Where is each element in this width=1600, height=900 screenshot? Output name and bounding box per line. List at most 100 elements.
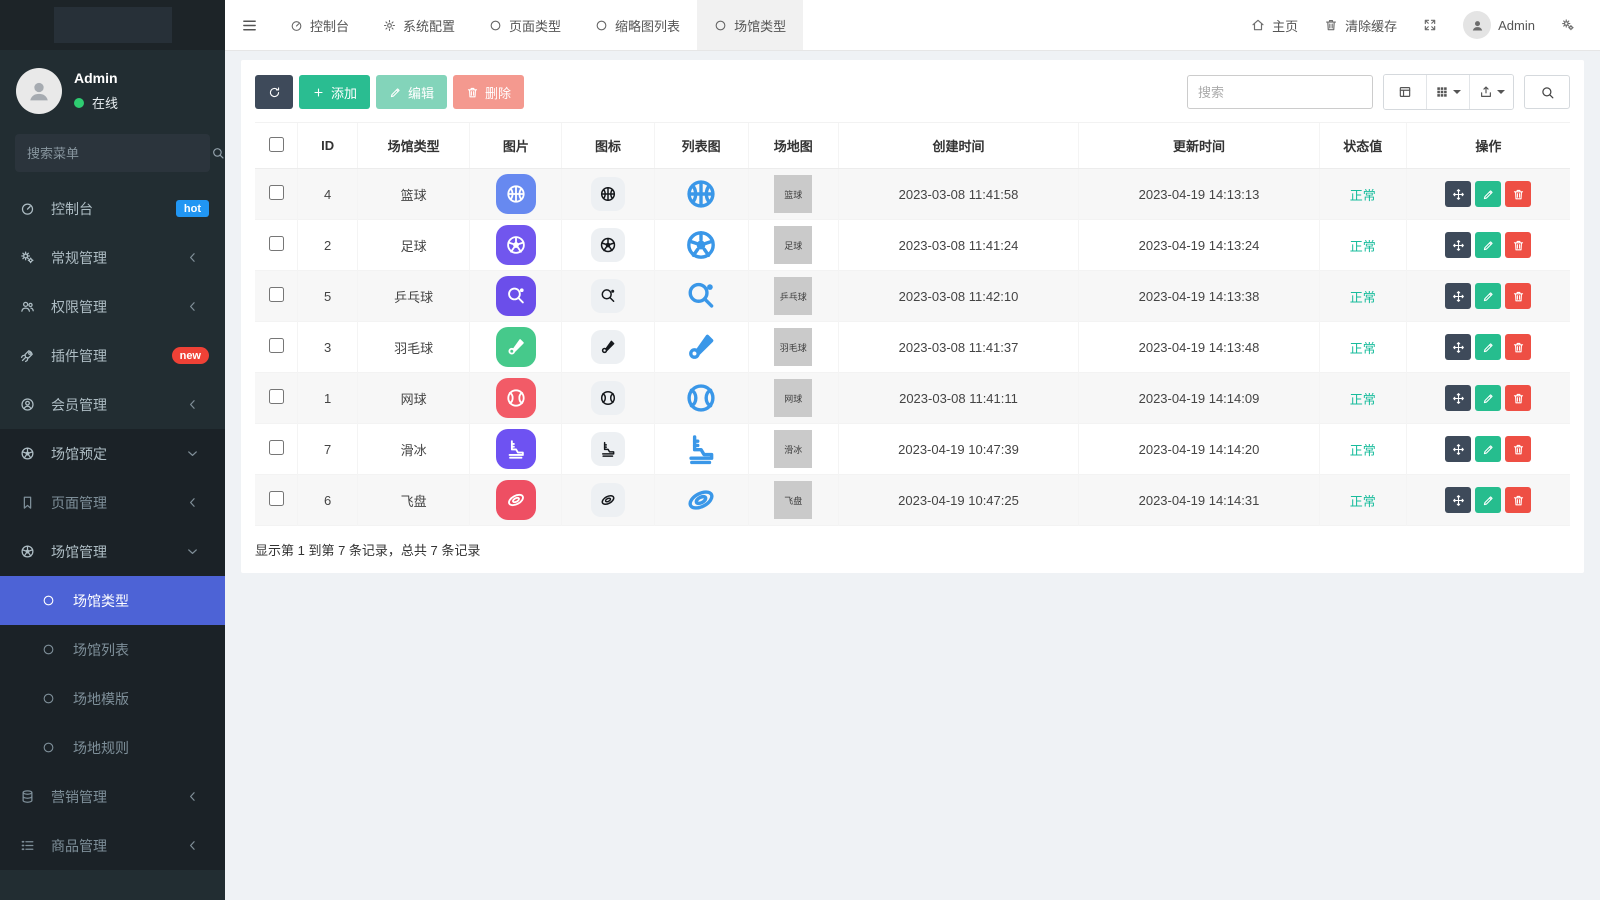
image-badge[interactable]: [496, 225, 536, 265]
row-delete-button[interactable]: [1505, 232, 1531, 258]
sidebar-item-general[interactable]: 常规管理: [0, 233, 225, 282]
sidebar-search-input[interactable]: [27, 146, 203, 161]
row-delete-button[interactable]: [1505, 283, 1531, 309]
field-map-thumb[interactable]: 足球: [774, 226, 812, 264]
row-edit-button[interactable]: [1475, 232, 1501, 258]
edit-button[interactable]: 编辑: [376, 75, 447, 109]
row-checkbox[interactable]: [269, 236, 284, 251]
sidebar-item-venue-type[interactable]: 场馆类型: [0, 576, 225, 625]
list-image[interactable]: [684, 330, 718, 364]
sidebar-item-member[interactable]: 会员管理: [0, 380, 225, 429]
tab-venue-type[interactable]: 场馆类型: [697, 0, 803, 50]
image-badge[interactable]: [496, 174, 536, 214]
sidebar-item-field-rule[interactable]: 场地规则: [0, 723, 225, 772]
row-move-button[interactable]: [1445, 487, 1471, 513]
row-checkbox[interactable]: [269, 287, 284, 302]
search-button[interactable]: [1524, 75, 1570, 109]
settings-button[interactable]: [1548, 0, 1588, 50]
row-checkbox[interactable]: [269, 491, 284, 506]
list-image[interactable]: [684, 177, 718, 211]
status-badge[interactable]: 正常: [1350, 341, 1376, 356]
field-map-thumb[interactable]: 滑冰: [774, 430, 812, 468]
status-badge[interactable]: 正常: [1350, 494, 1376, 509]
status-badge[interactable]: 正常: [1350, 188, 1376, 203]
row-checkbox[interactable]: [269, 338, 284, 353]
icon-badge[interactable]: [591, 279, 625, 313]
user-status-label: 在线: [92, 93, 118, 112]
icon-badge[interactable]: [591, 177, 625, 211]
image-badge[interactable]: [496, 378, 536, 418]
sidebar-item-venue-manage[interactable]: 场馆管理: [0, 527, 225, 576]
tab-page-type[interactable]: 页面类型: [472, 0, 578, 50]
row-delete-button[interactable]: [1505, 385, 1531, 411]
row-checkbox[interactable]: [269, 389, 284, 404]
row-move-button[interactable]: [1445, 385, 1471, 411]
row-edit-button[interactable]: [1475, 436, 1501, 462]
row-edit-button[interactable]: [1475, 181, 1501, 207]
row-delete-button[interactable]: [1505, 334, 1531, 360]
tab-system-config[interactable]: 系统配置: [366, 0, 472, 50]
row-delete-button[interactable]: [1505, 436, 1531, 462]
image-badge[interactable]: [496, 327, 536, 367]
home-link[interactable]: 主页: [1238, 0, 1311, 50]
row-move-button[interactable]: [1445, 334, 1471, 360]
list-image[interactable]: [684, 432, 718, 466]
icon-badge[interactable]: [591, 330, 625, 364]
fullscreen-button[interactable]: [1410, 0, 1450, 50]
export-button[interactable]: [1470, 75, 1513, 109]
list-image[interactable]: [684, 483, 718, 517]
field-map-thumb[interactable]: 网球: [774, 379, 812, 417]
sidebar-item-venue-list[interactable]: 场馆列表: [0, 625, 225, 674]
sidebar-item-addon[interactable]: 插件管理new: [0, 331, 225, 380]
user-menu[interactable]: Admin: [1450, 0, 1548, 50]
sidebar-item-marketing[interactable]: 营销管理: [0, 772, 225, 821]
image-badge[interactable]: [496, 276, 536, 316]
columns-button[interactable]: [1427, 75, 1470, 109]
row-move-button[interactable]: [1445, 181, 1471, 207]
status-badge[interactable]: 正常: [1350, 239, 1376, 254]
icon-badge[interactable]: [591, 228, 625, 262]
field-map-thumb[interactable]: 羽毛球: [774, 328, 812, 366]
field-map-thumb[interactable]: 乒乓球: [774, 277, 812, 315]
row-edit-button[interactable]: [1475, 385, 1501, 411]
row-delete-button[interactable]: [1505, 181, 1531, 207]
icon-badge[interactable]: [591, 483, 625, 517]
row-delete-button[interactable]: [1505, 487, 1531, 513]
image-badge[interactable]: [496, 480, 536, 520]
list-image[interactable]: [684, 279, 718, 313]
sidebar-item-field-template[interactable]: 场地模版: [0, 674, 225, 723]
icon-badge[interactable]: [591, 381, 625, 415]
add-button[interactable]: 添加: [299, 75, 370, 109]
list-image[interactable]: [684, 381, 718, 415]
select-all-checkbox[interactable]: [269, 137, 284, 152]
icon-badge[interactable]: [591, 432, 625, 466]
status-badge[interactable]: 正常: [1350, 443, 1376, 458]
tab-console[interactable]: 控制台: [273, 0, 366, 50]
sidebar-item-page-manage[interactable]: 页面管理: [0, 478, 225, 527]
sidebar-item-console[interactable]: 控制台hot: [0, 184, 225, 233]
delete-button[interactable]: 删除: [453, 75, 524, 109]
row-checkbox[interactable]: [269, 440, 284, 455]
tab-thumb-list[interactable]: 缩略图列表: [578, 0, 697, 50]
row-edit-button[interactable]: [1475, 487, 1501, 513]
menu-toggle-button[interactable]: [225, 0, 273, 50]
refresh-button[interactable]: [255, 75, 293, 109]
toggle-view-button[interactable]: [1384, 75, 1427, 109]
image-badge[interactable]: [496, 429, 536, 469]
list-image[interactable]: [684, 228, 718, 262]
field-map-thumb[interactable]: 篮球: [774, 175, 812, 213]
sidebar-item-goods[interactable]: 商品管理: [0, 821, 225, 870]
sidebar-item-auth[interactable]: 权限管理: [0, 282, 225, 331]
row-move-button[interactable]: [1445, 283, 1471, 309]
clear-cache-link[interactable]: 清除缓存: [1311, 0, 1410, 50]
row-move-button[interactable]: [1445, 232, 1471, 258]
status-badge[interactable]: 正常: [1350, 392, 1376, 407]
row-edit-button[interactable]: [1475, 334, 1501, 360]
row-checkbox[interactable]: [269, 185, 284, 200]
sidebar-item-venue-booking[interactable]: 场馆预定: [0, 429, 225, 478]
row-move-button[interactable]: [1445, 436, 1471, 462]
table-search-input[interactable]: [1187, 75, 1373, 109]
status-badge[interactable]: 正常: [1350, 290, 1376, 305]
field-map-thumb[interactable]: 飞盘: [774, 481, 812, 519]
row-edit-button[interactable]: [1475, 283, 1501, 309]
